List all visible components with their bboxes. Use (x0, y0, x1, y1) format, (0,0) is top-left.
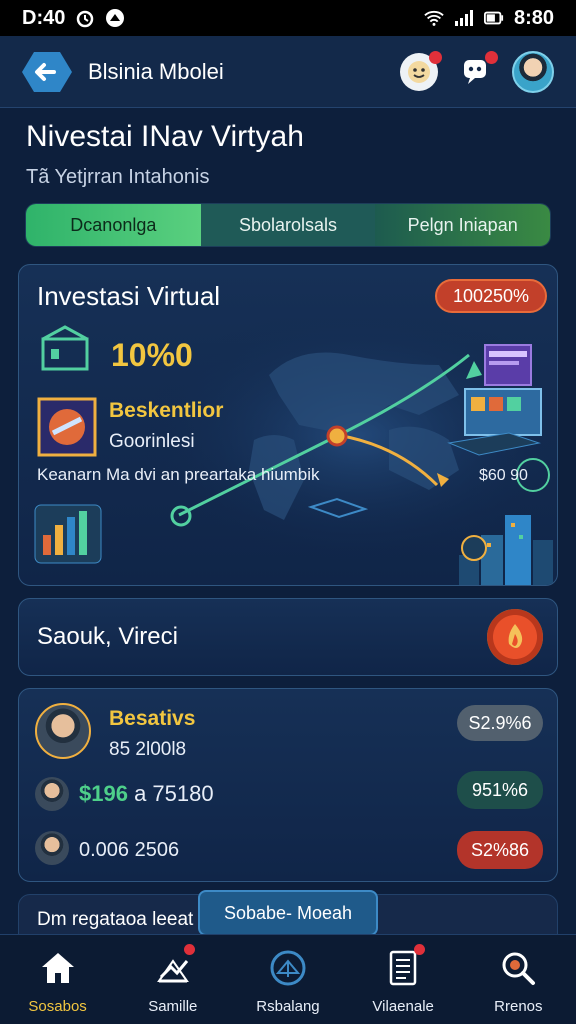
document-icon (389, 950, 417, 986)
home-icon (41, 953, 74, 983)
flame-icon (508, 624, 523, 648)
nav-vilaenale-badge (414, 944, 426, 955)
building-icon (41, 325, 89, 371)
tab-bar: Dcanonlga Sbolarolsals Pelgn Iniapan (26, 204, 550, 246)
page-subtitle: Tã Yetjrran Intahonis (26, 166, 210, 188)
battery-icon (483, 8, 504, 28)
status-time-right: 8:80 (513, 6, 554, 29)
tab-pelgn-iniapan[interactable]: Pelgn Iniapan (375, 204, 550, 246)
compass-icon (270, 950, 306, 986)
bottom-navigation: Sosabos Samille Rsbalang Vilaenale Rreno… (0, 934, 576, 1024)
messages-button[interactable] (456, 50, 498, 91)
investment-hero-card[interactable]: Investasi Virtual 100250% 10%0 Beskentli… (18, 264, 558, 586)
bottom-strip-text: Dm regataoa leeat (37, 909, 194, 930)
smiley-icon (408, 60, 430, 83)
row2-value: a 75180 (134, 781, 214, 806)
search-action-button[interactable] (487, 609, 543, 665)
nav-label-home: Sosabos (28, 998, 87, 1015)
nav-item-rsbalang[interactable]: Rsbalang (233, 948, 343, 1015)
hero-caption: Keanarn Ma dvi an preartaka hiumbik (37, 465, 320, 484)
status-time-left: D:40 (22, 6, 66, 29)
nav-item-home[interactable]: Sosabos (3, 948, 113, 1015)
alarm-icon (75, 8, 95, 28)
row3-percent-pill: S2%86 (457, 831, 543, 869)
brand-logo-icon (37, 397, 97, 457)
nav-samille-badge (183, 944, 195, 955)
back-button[interactable] (22, 50, 72, 94)
map-node-icon (326, 425, 348, 447)
signal-icon (454, 8, 474, 28)
row2-text: $196 a 75180 (79, 781, 214, 807)
hero-value: $60 90 (479, 467, 528, 484)
bar-chart-icon (34, 504, 102, 564)
investment-list-card: Besativs 85 2l00l8 S2.9%6 $196 a 75180 9… (18, 688, 558, 882)
row1-percent-pill: S2.9%6 (457, 705, 543, 741)
search-bar[interactable]: Saouk, Vireci (18, 598, 558, 676)
row1-subtitle: 85 2l00l8 (109, 739, 187, 760)
nav-label-rrenos: Rrenos (494, 998, 543, 1015)
back-arrow-icon (22, 51, 72, 92)
row2-percent-pill: 951%6 (457, 771, 543, 809)
nav-item-vilaenale[interactable]: Vilaenale (348, 944, 458, 1015)
hero-percentage: 10%0 (111, 337, 193, 373)
row2-amount: $196 (79, 781, 128, 806)
chart-up-icon (156, 959, 189, 983)
floating-action-button[interactable]: Sobabe- Moeah (198, 890, 378, 936)
row2-avatar (35, 777, 69, 811)
row1-avatar (35, 703, 91, 759)
nav-label-samille: Samille (148, 998, 198, 1015)
row3-avatar (35, 831, 69, 865)
messages-badge (485, 50, 498, 64)
status-bar: D:40 8:80 (0, 0, 576, 36)
wifi-icon (424, 8, 444, 28)
search-icon (502, 952, 536, 985)
chat-icon (464, 59, 486, 84)
nav-label-rsbalang: Rsbalang (256, 998, 320, 1015)
row1-name: Besativs (109, 707, 196, 730)
hero-brand-subtitle: Goorinlesi (109, 431, 195, 452)
search-text: Saouk, Vireci (37, 623, 178, 650)
tab-dcanonlga[interactable]: Dcanonlga (26, 204, 201, 246)
nav-label-vilaenale: Vilaenale (372, 998, 434, 1015)
profile-avatar[interactable] (512, 50, 554, 93)
nav-item-rrenos[interactable]: Rrenos (463, 948, 573, 1015)
tab-sbolarolsals[interactable]: Sbolarolsals (200, 204, 376, 246)
app-title: Blsinia Mbolei (88, 58, 224, 84)
hero-title: Investasi Virtual (37, 281, 221, 311)
hero-return-badge: 100250% (435, 279, 547, 313)
app-notification-icon (105, 8, 125, 28)
notification-button[interactable] (400, 50, 442, 91)
hero-brand-name: Beskentlior (109, 399, 224, 422)
world-map-illustration (34, 305, 557, 585)
notification-badge (429, 50, 442, 64)
app-bar: Blsinia Mbolei (0, 36, 576, 108)
row3-text: 0.006 2506 (79, 839, 180, 861)
nav-item-samille[interactable]: Samille (118, 944, 228, 1015)
page-title: Nivestai INav Virtyah (26, 120, 304, 153)
